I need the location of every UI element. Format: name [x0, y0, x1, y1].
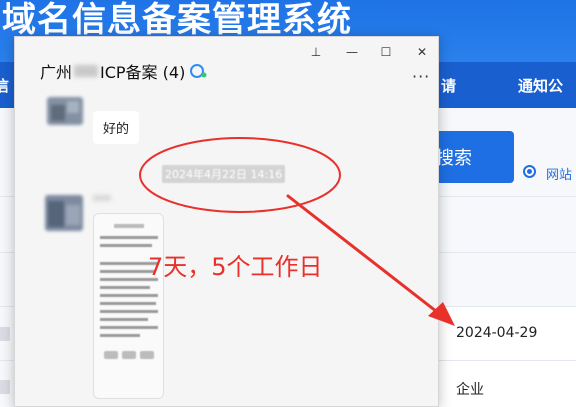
annotation-arrow-head	[428, 302, 455, 326]
annotation-overlay	[139, 137, 455, 326]
highlight-ellipse	[139, 137, 341, 213]
annotation-text: 7天，5个工作日	[148, 253, 323, 281]
